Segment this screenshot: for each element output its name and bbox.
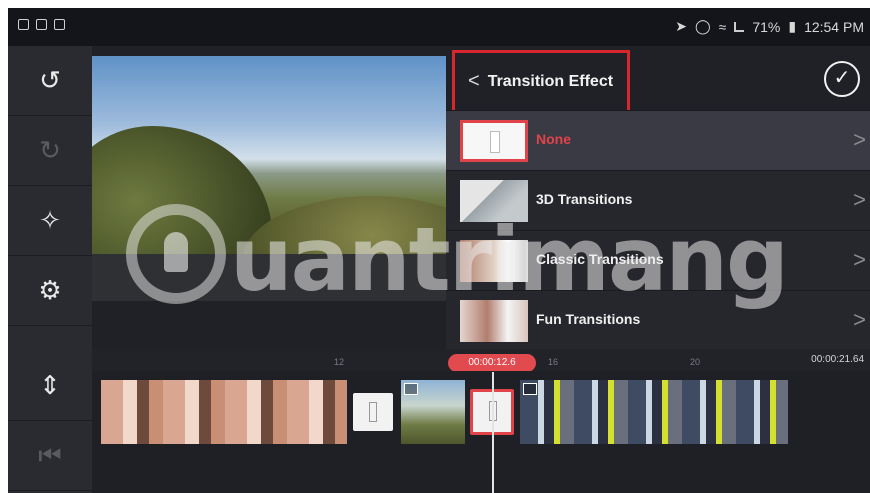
panel-title: Transition Effect [487, 72, 614, 90]
location-icon: ➤ [675, 18, 687, 34]
alarm-icon: ◯ [694, 18, 711, 34]
jump-to-start-button[interactable]: ⏮ [8, 421, 92, 491]
video-clip[interactable] [401, 380, 465, 444]
transition-label: 3D Transitions [536, 191, 633, 207]
chevron-right-icon: > [853, 307, 866, 332]
transition-thumbnail [460, 120, 528, 162]
transition-back-button[interactable]: < Transition Effect [452, 50, 630, 113]
split-button[interactable]: ⇕ [8, 351, 92, 421]
gallery-icon [36, 19, 47, 30]
check-circle-icon: ✓ [833, 67, 851, 89]
battery-text: 71% [752, 18, 781, 35]
status-right: ➤ ◯ ≈ 71% ▮ 12:54 PM [675, 18, 864, 35]
split-icon: ⇕ [39, 370, 61, 400]
chevron-right-icon: > [853, 127, 866, 152]
status-bar: ➤ ◯ ≈ 71% ▮ 12:54 PM [8, 8, 870, 46]
transition-label: None [536, 131, 571, 147]
clip-badge-icon [404, 383, 418, 395]
jump-to-start-icon: ⏮ [38, 439, 62, 470]
redo-icon: ↻ [39, 135, 61, 165]
settings-button[interactable]: ⚙ [8, 256, 92, 326]
share-icon: ✧ [39, 205, 61, 235]
panel-header: < Transition Effect ✓ [446, 46, 870, 113]
watermark-text: uantrimang [230, 208, 789, 311]
chevron-right-icon: > [853, 247, 866, 272]
watermark-logo [126, 204, 226, 304]
chevron-right-icon: > [853, 187, 866, 212]
confirm-button[interactable]: ✓ [824, 61, 860, 97]
wifi-icon: ≈ [718, 18, 727, 35]
signal-icon [734, 21, 745, 32]
clip-badge-icon [523, 383, 537, 395]
video-clip[interactable] [520, 380, 788, 444]
current-time-badge[interactable]: 00:00:12.6 [448, 354, 536, 372]
music-note-icon [18, 19, 29, 30]
ruler-tick: 20 [690, 357, 701, 367]
share-button[interactable]: ✧ [8, 186, 92, 256]
undo-button[interactable]: ↺ [8, 46, 92, 116]
battery-icon: ▮ [788, 18, 797, 34]
total-duration: 00:00:21.64 [811, 354, 864, 365]
clock-text: 12:54 PM [804, 18, 864, 35]
transition-label: Fun Transitions [536, 311, 641, 327]
status-left-icons [18, 19, 65, 30]
left-toolbar: ↺ ↻ ✧ ⚙ ⇕ ⏮ [8, 46, 92, 493]
settings-icon [54, 19, 65, 30]
video-editor-screen: ➤ ◯ ≈ 71% ▮ 12:54 PM ↺ ↻ ✧ ⚙ ⇕ ⏮ < Trans… [8, 8, 870, 493]
playhead[interactable] [492, 372, 494, 493]
ruler-tick: 16 [548, 357, 559, 367]
transition-item-none[interactable]: None > [446, 110, 870, 170]
redo-button[interactable]: ↻ [8, 116, 92, 186]
video-clip[interactable] [101, 380, 347, 444]
transition-marker[interactable] [353, 393, 393, 431]
undo-icon: ↺ [39, 65, 61, 95]
chevron-left-icon: < [468, 70, 480, 92]
ruler-tick: 12 [334, 357, 345, 367]
settings-icon: ⚙ [38, 275, 62, 305]
